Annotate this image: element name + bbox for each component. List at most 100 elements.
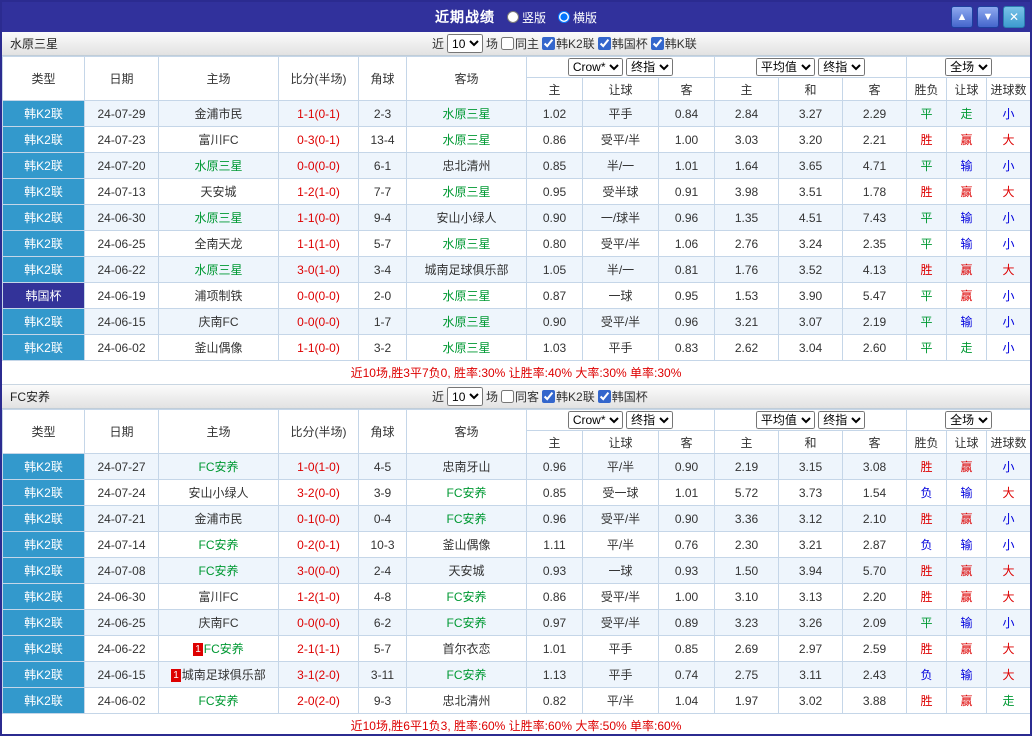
scope-select[interactable]: 全场	[945, 411, 993, 429]
league-filters: 韩K2联 韩国杯 韩K联	[542, 35, 697, 52]
move-up-button[interactable]: ▲	[951, 6, 973, 28]
away-team-cell: FC安养	[406, 661, 527, 688]
vertical-layout-radio[interactable]	[506, 11, 519, 23]
close-button[interactable]: ✕	[1003, 6, 1025, 28]
asian-home-odds-cell: 0.96	[526, 453, 583, 480]
same-venue-checkbox[interactable]	[501, 390, 515, 403]
home-team-name: 安山小绿人	[188, 486, 249, 500]
corner-cell: 4-5	[358, 453, 407, 480]
layout-option-vertical[interactable]: 竖版	[506, 9, 546, 26]
col-header-euro-away: 客	[842, 77, 908, 101]
col-header-corner: 角球	[358, 409, 407, 454]
match-row: 韩K2联 24-07-20 水原三星 0-0(0-0) 6-1 忠北清州 0.85 半/一 1.…	[2, 152, 1030, 179]
league-filter[interactable]: 韩K联	[650, 35, 697, 52]
goals-result-cell: 大	[986, 661, 1030, 688]
handicap-result-cell: 输	[946, 308, 988, 335]
corner-cell: 9-4	[358, 204, 407, 231]
scope-select[interactable]: 全场	[945, 58, 993, 76]
league-checkbox[interactable]	[542, 390, 556, 403]
league-filter[interactable]: 韩K2联	[542, 388, 595, 405]
away-team-cell: 水原三星	[406, 308, 527, 335]
asian-handicap-cell: 受平/半	[582, 505, 659, 532]
recent-label: 近	[432, 390, 445, 404]
euro-away-odds-cell: 2.43	[842, 661, 908, 688]
bookmaker-select[interactable]: Crow*	[567, 58, 623, 76]
asian-home-odds-cell: 0.93	[526, 557, 583, 584]
league-filter[interactable]: 韩国杯	[597, 388, 648, 405]
match-row: 韩K2联 24-06-22 1 FC安养 2-1(1-1) 5-7 首尔衣恋 1.01 平手 0.…	[2, 635, 1030, 662]
league-type-cell: 韩K2联	[2, 479, 85, 506]
match-row: 韩K2联 24-06-25 庆南FC 0-0(0-0) 6-2 FC安养 0.97 受平/半 0…	[2, 609, 1030, 636]
away-team-name: FC安养	[446, 512, 487, 526]
asian-odds-controls: Crow* 终指	[525, 409, 716, 431]
handicap-result-cell: 赢	[946, 687, 988, 714]
league-filter[interactable]: 韩K2联	[542, 35, 595, 52]
home-team-name: 富川FC	[198, 133, 239, 147]
away-team-cell: 忠北清州	[406, 687, 527, 714]
asian-home-odds-cell: 1.11	[526, 531, 583, 558]
corner-cell: 10-3	[358, 531, 407, 558]
horizontal-layout-radio[interactable]	[558, 11, 570, 23]
asian-final-odds-select[interactable]: 终指	[626, 411, 674, 429]
away-team-name: 釜山偶像	[442, 538, 491, 552]
average-odds-select[interactable]: 平均值	[755, 411, 815, 429]
asian-odds-controls: Crow* 终指	[525, 56, 716, 78]
goals-result-cell: 大	[986, 256, 1030, 283]
section-header: FC安养 近 10 场 同客 韩K2联 韩国杯	[2, 385, 1030, 409]
handicap-result-cell: 输	[946, 152, 988, 179]
league-type-cell: 韩K2联	[2, 256, 85, 283]
euro-away-odds-cell: 4.71	[842, 152, 908, 179]
match-date-cell: 24-07-20	[84, 152, 159, 179]
away-team-name: 水原三星	[442, 289, 491, 303]
average-odds-select[interactable]: 平均值	[755, 58, 815, 76]
euro-final-odds-select[interactable]: 终指	[818, 58, 866, 76]
home-team-cell: 富川FC	[158, 126, 279, 153]
home-team-cell: 水原三星	[158, 204, 279, 231]
goals-result-cell: 大	[986, 557, 1030, 584]
same-venue-checkbox[interactable]	[501, 37, 515, 50]
asian-away-odds-cell: 1.01	[657, 152, 716, 179]
recent-count-select[interactable]: 10	[447, 387, 484, 406]
asian-home-odds-cell: 0.90	[526, 308, 583, 335]
handicap-result-cell: 输	[946, 479, 988, 506]
layout-option-horizontal[interactable]: 横版	[558, 9, 597, 26]
asian-final-odds-select[interactable]: 终指	[626, 58, 674, 76]
euro-home-odds-cell: 3.21	[714, 308, 780, 335]
score-cell: 1-0(1-0)	[278, 453, 359, 480]
euro-draw-odds-cell: 3.26	[778, 609, 844, 636]
league-checkbox[interactable]	[542, 37, 556, 50]
league-checkbox[interactable]	[650, 37, 664, 50]
same-venue-filter[interactable]: 同主	[501, 35, 539, 52]
euro-away-odds-cell: 3.08	[842, 453, 908, 480]
euro-final-odds-select[interactable]: 终指	[818, 411, 866, 429]
home-team-cell: 天安城	[158, 178, 279, 205]
league-label: 韩K2联	[556, 390, 595, 404]
euro-home-odds-cell: 1.76	[714, 256, 780, 283]
asian-away-odds-cell: 0.74	[657, 661, 716, 688]
recent-count-select[interactable]: 10	[447, 34, 484, 53]
score-cell: 0-2(0-1)	[278, 531, 359, 558]
home-team-name: 金浦市民	[194, 107, 243, 121]
euro-draw-odds-cell: 3.73	[778, 479, 844, 506]
league-checkbox[interactable]	[597, 37, 611, 50]
match-row: 韩K2联 24-07-23 富川FC 0-3(0-1) 13-4 水原三星 0.86 受平/半…	[2, 126, 1030, 153]
match-date-cell: 24-06-30	[84, 204, 159, 231]
handicap-result-cell: 赢	[946, 453, 988, 480]
euro-away-odds-cell: 2.59	[842, 635, 908, 662]
league-checkbox[interactable]	[597, 390, 611, 403]
move-down-button[interactable]: ▼	[977, 6, 999, 28]
result-cell: 平	[906, 282, 948, 309]
score-cell: 0-0(0-0)	[278, 609, 359, 636]
match-date-cell: 24-06-22	[84, 256, 159, 283]
asian-handicap-cell: 一球	[582, 557, 659, 584]
corner-cell: 7-7	[358, 178, 407, 205]
league-filter[interactable]: 韩国杯	[597, 35, 648, 52]
bookmaker-select[interactable]: Crow*	[567, 411, 623, 429]
corner-cell: 6-1	[358, 152, 407, 179]
home-team-cell: 全南天龙	[158, 230, 279, 257]
score-cell: 0-1(0-0)	[278, 505, 359, 532]
asian-away-odds-cell: 0.76	[657, 531, 716, 558]
same-venue-filter[interactable]: 同客	[501, 388, 539, 405]
filter-controls: 近 10 场 同主 韩K2联 韩国杯 韩K联	[432, 32, 697, 55]
asian-away-odds-cell: 1.04	[657, 687, 716, 714]
